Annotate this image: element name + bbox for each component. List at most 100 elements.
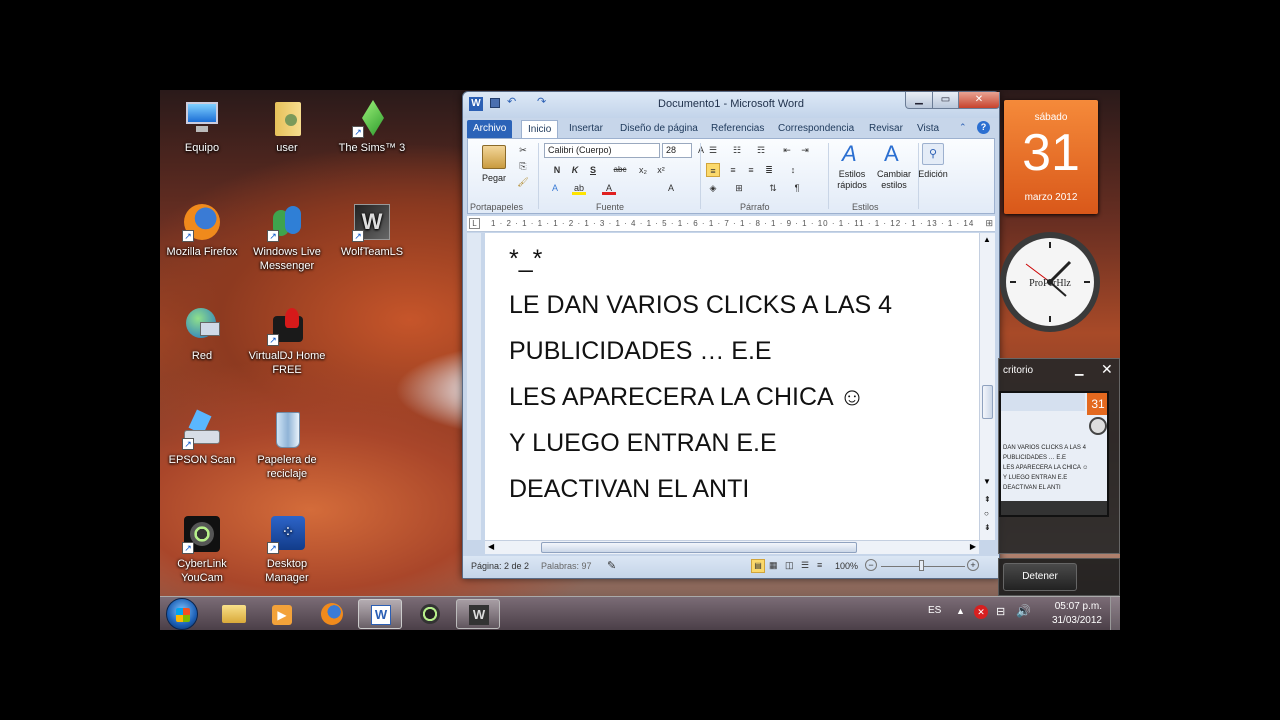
font-color-icon[interactable]: A bbox=[602, 181, 616, 195]
clock-date[interactable]: 31/03/2012 bbox=[1036, 615, 1102, 626]
clock-gadget[interactable]: ProPerHlz bbox=[998, 226, 1102, 338]
tab-referencias[interactable]: Referencias bbox=[705, 120, 770, 138]
scroll-thumb[interactable] bbox=[982, 385, 993, 419]
tab-revisar[interactable]: Revisar bbox=[863, 120, 909, 138]
desktop-icon-equipo[interactable]: Equipo bbox=[160, 98, 244, 155]
taskbar-word-button[interactable]: W bbox=[358, 599, 402, 629]
draft-icon[interactable]: ≡ bbox=[817, 560, 822, 570]
page-count[interactable]: Página: 2 de 2 bbox=[471, 561, 529, 571]
tab-insertar[interactable]: Insertar bbox=[563, 120, 609, 138]
bold-icon[interactable]: N bbox=[550, 163, 564, 177]
scroll-down-icon[interactable]: ▼ bbox=[983, 477, 991, 486]
shrink-font-icon[interactable]: A bbox=[664, 181, 678, 195]
font-size-combo[interactable]: 28 bbox=[662, 143, 692, 158]
close-icon[interactable]: ✕ bbox=[1101, 361, 1113, 378]
next-page-icon[interactable]: ⇟ bbox=[984, 523, 991, 532]
vertical-scrollbar[interactable]: ▲ ▼ ⇞ ○ ⇟ bbox=[979, 233, 995, 540]
underline-icon[interactable]: S bbox=[586, 163, 600, 177]
binoculars-icon[interactable]: ⚲ bbox=[922, 143, 944, 165]
hscroll-thumb[interactable] bbox=[541, 542, 857, 553]
show-marks-icon[interactable]: ¶ bbox=[790, 181, 804, 195]
desktop-icon-red[interactable]: Red bbox=[160, 306, 244, 363]
align-right-icon[interactable]: ≡ bbox=[744, 163, 758, 177]
copy-icon[interactable]: ⎘ bbox=[516, 159, 530, 173]
stop-button[interactable]: Detener bbox=[1003, 563, 1077, 591]
word-titlebar[interactable]: W ↶ ↷ Documento1 - Microsoft Word ▁ ▭ ✕ bbox=[463, 92, 1000, 118]
show-desktop-button[interactable] bbox=[1110, 597, 1120, 630]
tab-vista[interactable]: Vista bbox=[911, 120, 945, 138]
scroll-right-icon[interactable]: ▶ bbox=[970, 542, 976, 551]
horizontal-ruler[interactable]: L 1 · 2 · 1 · 1 · 1 · 2 · 1 · 3 · 1 · 4 … bbox=[467, 216, 995, 232]
zoom-level[interactable]: 100% bbox=[835, 561, 858, 571]
desktop-icon-desktop-manager[interactable]: ⁘ ↗ Desktop Manager bbox=[245, 514, 329, 585]
paste-icon[interactable] bbox=[482, 145, 506, 169]
subscript-icon[interactable]: x₂ bbox=[636, 163, 650, 177]
text-effects-icon[interactable]: A bbox=[548, 181, 562, 195]
highlight-icon[interactable]: ab bbox=[572, 181, 586, 195]
show-hidden-icons-icon[interactable]: ▲ bbox=[956, 606, 965, 616]
increase-indent-icon[interactable]: ⇥ bbox=[798, 143, 812, 157]
outline-icon[interactable]: ☰ bbox=[801, 560, 809, 571]
calendar-gadget[interactable]: sábado 31 marzo 2012 bbox=[1004, 100, 1098, 214]
full-screen-icon[interactable]: ▦ bbox=[769, 560, 778, 571]
maximize-button[interactable]: ▭ bbox=[932, 92, 959, 109]
ribbon-minimize-icon[interactable]: ⌃ bbox=[959, 122, 967, 133]
clock-time[interactable]: 05:07 p.m. bbox=[1036, 601, 1102, 612]
taskbar-youcam-button[interactable] bbox=[408, 599, 452, 629]
align-center-icon[interactable]: ≡ bbox=[726, 163, 740, 177]
bullets-icon[interactable]: ☰ bbox=[706, 143, 720, 157]
superscript-icon[interactable]: x² bbox=[654, 163, 668, 177]
paste-button[interactable]: Pegar bbox=[478, 173, 510, 183]
cut-icon[interactable]: ✂ bbox=[516, 143, 530, 157]
minimize-button[interactable]: ▁ bbox=[905, 92, 933, 109]
italic-icon[interactable]: K bbox=[568, 163, 582, 177]
change-styles-button[interactable]: Cambiar estilos bbox=[872, 169, 916, 191]
taskbar-firefox-button[interactable] bbox=[310, 599, 354, 629]
scroll-up-icon[interactable]: ▲ bbox=[983, 235, 991, 244]
numbering-icon[interactable]: ☷ bbox=[730, 143, 744, 157]
tab-selector-icon[interactable]: L bbox=[469, 218, 480, 229]
line-spacing-icon[interactable]: ↕ bbox=[786, 163, 800, 177]
format-painter-icon[interactable]: 🖌 bbox=[516, 175, 530, 189]
tab-archivo[interactable]: Archivo bbox=[467, 120, 513, 138]
minimize-icon[interactable]: ▁ bbox=[1075, 363, 1083, 376]
tab-diseno-pagina[interactable]: Diseño de página bbox=[614, 120, 704, 138]
desktop-icon-recycle-bin[interactable]: Papelera de reciclaje bbox=[245, 410, 329, 481]
print-layout-icon[interactable]: ▤ bbox=[751, 559, 765, 573]
word-count[interactable]: Palabras: 97 bbox=[541, 561, 592, 571]
editing-button[interactable]: Edición bbox=[912, 169, 954, 179]
zoom-slider-thumb[interactable] bbox=[919, 560, 924, 571]
align-left-icon[interactable]: ≡ bbox=[706, 163, 720, 177]
desktop-icon-user[interactable]: user bbox=[245, 98, 329, 155]
shading-icon[interactable]: ◈ bbox=[706, 181, 720, 195]
strikethrough-icon[interactable]: abc bbox=[613, 163, 627, 177]
desktop-icon-virtualdj[interactable]: ↗ VirtualDJ Home FREE bbox=[245, 306, 329, 377]
antivirus-tray-icon[interactable]: ✕ bbox=[974, 605, 988, 619]
close-button[interactable]: ✕ bbox=[958, 92, 1000, 109]
help-icon[interactable]: ? bbox=[977, 121, 990, 134]
horizontal-scrollbar[interactable]: ◀ ▶ bbox=[485, 540, 979, 554]
font-name-combo[interactable]: Calibri (Cuerpo) bbox=[544, 143, 660, 158]
change-styles-icon[interactable]: A bbox=[884, 141, 899, 167]
browse-object-icon[interactable]: ○ bbox=[984, 509, 989, 518]
taskbar-media-player-button[interactable]: ▶ bbox=[260, 599, 304, 629]
previous-page-icon[interactable]: ⇞ bbox=[984, 495, 991, 504]
desktop-icon-youcam[interactable]: ↗ CyberLink YouCam bbox=[160, 514, 244, 585]
document-page[interactable]: *_* LE DAN VARIOS CLICKS A LAS 4 PUBLICI… bbox=[485, 233, 979, 540]
network-tray-icon[interactable]: ⊟ bbox=[996, 605, 1005, 618]
quick-styles-button[interactable]: Estilos rápidos bbox=[830, 169, 874, 191]
sort-icon[interactable]: ⇅ bbox=[766, 181, 780, 195]
multilevel-list-icon[interactable]: ☶ bbox=[754, 143, 768, 157]
desktop-icon-wolfteam[interactable]: W ↗ WolfTeamLS bbox=[330, 202, 414, 259]
desktop-icon-messenger[interactable]: ↗ Windows Live Messenger bbox=[245, 202, 329, 273]
borders-icon[interactable]: ⊞ bbox=[732, 181, 746, 195]
decrease-indent-icon[interactable]: ⇤ bbox=[780, 143, 794, 157]
view-ruler-icon[interactable]: ⊞ bbox=[985, 218, 993, 229]
language-indicator[interactable]: ES bbox=[928, 605, 941, 616]
quick-styles-icon[interactable]: A bbox=[842, 141, 857, 167]
taskbar-wolfteam-button[interactable]: W bbox=[456, 599, 500, 629]
tab-inicio[interactable]: Inicio bbox=[521, 120, 559, 138]
zoom-in-icon[interactable]: + bbox=[967, 559, 979, 571]
justify-icon[interactable]: ≣ bbox=[762, 163, 776, 177]
zoom-out-icon[interactable]: − bbox=[865, 559, 877, 571]
